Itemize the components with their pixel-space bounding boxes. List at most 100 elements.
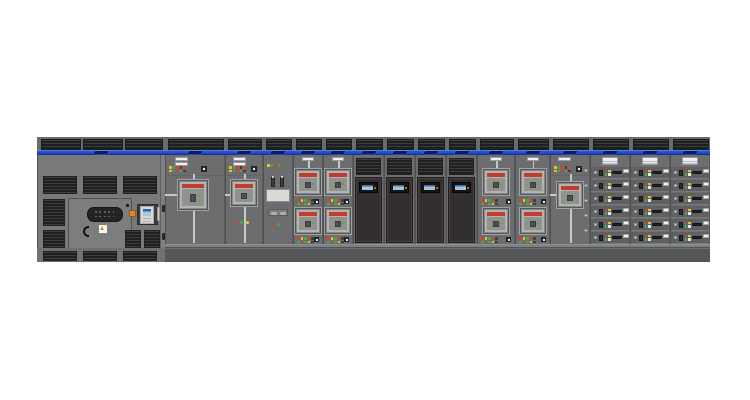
drawer-handle[interactable]: [692, 197, 702, 200]
yellow-led-icon: [648, 209, 650, 211]
air-circuit-breaker[interactable]: [519, 168, 547, 196]
drawer-reset-button[interactable]: [634, 210, 637, 214]
drawer-isolator-switch[interactable]: [639, 196, 643, 202]
drawer-isolator-switch[interactable]: [599, 222, 603, 228]
drawer-reset-button[interactable]: [674, 184, 677, 188]
drawer-reset-button[interactable]: [674, 171, 677, 175]
drawer-handle[interactable]: [692, 223, 702, 226]
drawer-isolator-switch[interactable]: [599, 196, 603, 202]
breaker-red-nameplate: [561, 186, 579, 190]
drawer-handle[interactable]: [692, 236, 702, 239]
drawer-reset-button[interactable]: [634, 236, 637, 240]
green-led-icon: [526, 237, 529, 240]
drawer-label: [623, 169, 629, 173]
drawer-isolator-switch[interactable]: [639, 222, 643, 228]
drawer-reset-button[interactable]: [594, 236, 597, 240]
control-switch[interactable]: [541, 237, 546, 242]
drawer-isolator-switch[interactable]: [639, 183, 643, 189]
drawer-isolator-switch[interactable]: [679, 209, 683, 215]
drawer-handle[interactable]: [652, 184, 662, 187]
drawer-isolator-switch[interactable]: [639, 209, 643, 215]
drawer-handle[interactable]: [652, 171, 662, 174]
drawer-handle[interactable]: [692, 171, 702, 174]
red-led-icon: [243, 166, 246, 169]
control-switch[interactable]: [201, 166, 207, 172]
compartment-seam: [165, 175, 225, 176]
drawer-reset-button[interactable]: [594, 171, 597, 175]
control-switch[interactable]: [251, 166, 257, 172]
drawer-reset-button[interactable]: [634, 184, 637, 188]
drawer-handle[interactable]: [692, 210, 702, 213]
drive-cabinet-door[interactable]: [355, 177, 382, 243]
drawer-isolator-switch[interactable]: [599, 183, 603, 189]
air-circuit-breaker[interactable]: [482, 207, 510, 235]
drawer-isolator-switch[interactable]: [639, 170, 643, 176]
drawer-isolator-switch[interactable]: [599, 170, 603, 176]
drive-cabinet-door[interactable]: [386, 177, 413, 243]
drawer-reset-button[interactable]: [634, 223, 637, 227]
drawer-reset-button[interactable]: [634, 171, 637, 175]
air-circuit-breaker[interactable]: [294, 168, 322, 196]
drawer-handle[interactable]: [652, 210, 662, 213]
drawer-isolator-switch[interactable]: [679, 235, 683, 241]
drawer-isolator-switch[interactable]: [679, 222, 683, 228]
drive-cabinet-door[interactable]: [448, 177, 475, 243]
drawer-reset-button[interactable]: [594, 184, 597, 188]
drive-cabinet-door[interactable]: [417, 177, 444, 243]
drawer-reset-button[interactable]: [674, 197, 677, 201]
breaker-control-window: [190, 194, 197, 202]
air-circuit-breaker[interactable]: [482, 168, 510, 196]
fuse-holder-icon: [280, 177, 284, 187]
air-circuit-breaker[interactable]: [230, 179, 258, 207]
drawer-reset-button[interactable]: [674, 223, 677, 227]
drawer-reset-button[interactable]: [634, 197, 637, 201]
drawer-reset-button[interactable]: [594, 197, 597, 201]
air-circuit-breaker[interactable]: [519, 207, 547, 235]
air-circuit-breaker[interactable]: [294, 207, 322, 235]
control-switch[interactable]: [344, 237, 349, 242]
door-latch-hook-icon[interactable]: [83, 226, 89, 237]
upper-breaker-leds: [519, 199, 536, 205]
control-switch[interactable]: [314, 237, 319, 242]
control-switch[interactable]: [541, 199, 546, 204]
drawer-isolator-switch[interactable]: [599, 235, 603, 241]
drawer-handle[interactable]: [612, 184, 622, 187]
control-switch[interactable]: [576, 166, 582, 172]
yellow-led-icon: [648, 196, 650, 198]
drawer-isolator-switch[interactable]: [679, 196, 683, 202]
air-circuit-breaker[interactable]: [324, 207, 352, 235]
control-switch[interactable]: [506, 199, 511, 204]
air-circuit-breaker[interactable]: [177, 179, 209, 211]
drawer-isolator-switch[interactable]: [599, 209, 603, 215]
breaker-faceplate: [487, 217, 505, 230]
control-switch[interactable]: [314, 199, 319, 204]
drawer-handle[interactable]: [612, 236, 622, 239]
drawer-handle[interactable]: [612, 171, 622, 174]
control-switch[interactable]: [506, 237, 511, 242]
roof-vent-band: [323, 137, 353, 150]
control-switch[interactable]: [344, 199, 349, 204]
drawer-reset-button[interactable]: [594, 210, 597, 214]
mcc-drawer-unit: [591, 179, 629, 192]
air-circuit-breaker[interactable]: [324, 168, 352, 196]
drawer-reset-button[interactable]: [674, 210, 677, 214]
drawer-isolator-switch[interactable]: [679, 170, 683, 176]
genset-controller-hmi[interactable]: [137, 204, 158, 225]
drawer-handle[interactable]: [652, 197, 662, 200]
drawer-handle[interactable]: [612, 223, 622, 226]
breaker-control-window: [241, 193, 246, 199]
vent-grille-icon: [83, 139, 123, 150]
hmi-screen: [143, 209, 151, 216]
drawer-handle[interactable]: [652, 223, 662, 226]
drawer-handle[interactable]: [612, 210, 622, 213]
drawer-reset-button[interactable]: [674, 236, 677, 240]
drawer-handle[interactable]: [692, 184, 702, 187]
vent-grille-icon: [168, 139, 224, 150]
drawer-handle[interactable]: [612, 197, 622, 200]
drawer-handle[interactable]: [652, 236, 662, 239]
drawer-isolator-switch[interactable]: [679, 183, 683, 189]
mcc-drawer-stack: [591, 166, 629, 244]
drawer-isolator-switch[interactable]: [639, 235, 643, 241]
air-circuit-breaker[interactable]: [556, 181, 584, 209]
drawer-reset-button[interactable]: [594, 223, 597, 227]
